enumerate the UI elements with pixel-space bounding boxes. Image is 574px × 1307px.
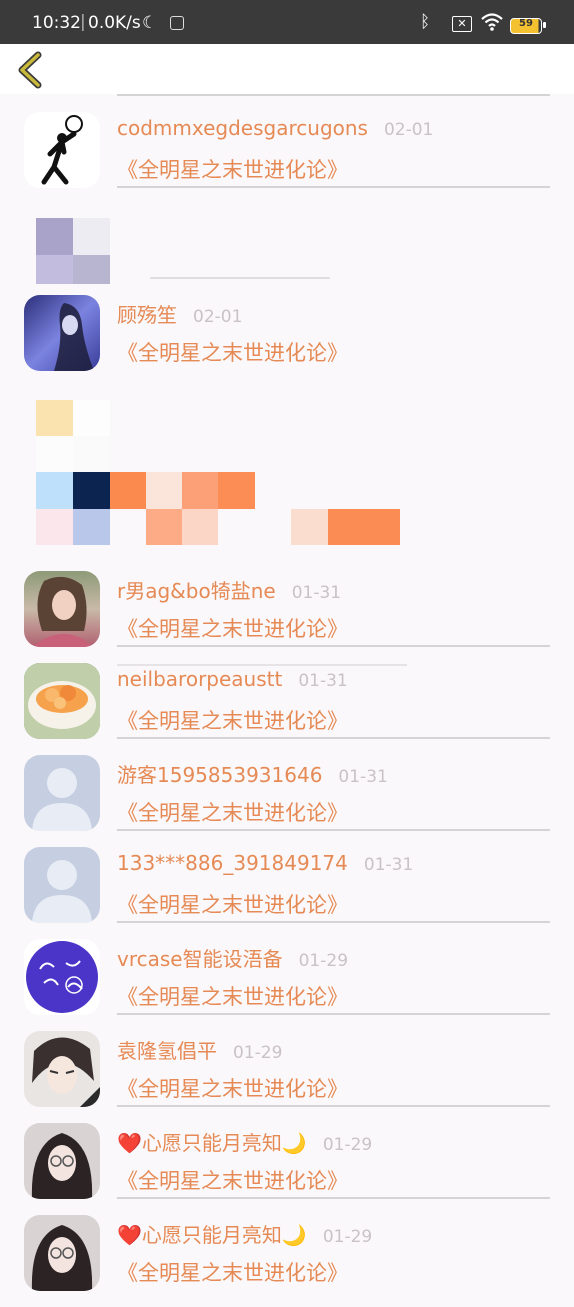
commenter-name[interactable]: 133***886_391849174 01-31 xyxy=(117,851,413,875)
commenter-name[interactable]: 游客1595853931646 01-31 xyxy=(117,759,388,788)
commenter-name[interactable]: codmmxegdesgarcugons 02-01 xyxy=(117,116,433,140)
book-title[interactable]: 《全明星之末世进化论》 xyxy=(117,981,348,1011)
comment-date: 01-31 xyxy=(363,855,414,875)
commenter-name[interactable]: vrcase智能设浯备 01-29 xyxy=(117,943,348,972)
book-title[interactable]: 《全明星之末世进化论》 xyxy=(117,1073,348,1103)
list-divider xyxy=(117,186,550,188)
top-bar xyxy=(0,44,574,94)
list-item[interactable]: 袁隆氢倡平 01-29 《全明星之末世进化论》 xyxy=(0,1031,574,1123)
list-item[interactable]: codmmxegdesgarcugons 02-01 《全明星之末世进化论》 xyxy=(0,112,574,204)
commenter-name[interactable]: 顾殇笙 02-01 xyxy=(117,299,242,328)
back-arrow-icon[interactable] xyxy=(14,51,48,89)
purple-logo-avatar[interactable] xyxy=(24,939,100,1015)
no-sim-icon: ✕ xyxy=(452,16,472,32)
list-item[interactable]: ❤️心愿只能月亮知🌙 01-29 《全明星之末世进化论》 xyxy=(0,1123,574,1215)
commenter-name[interactable]: neilbarorpeaustt 01-31 xyxy=(117,667,348,691)
list-divider xyxy=(117,737,550,739)
status-separator: | xyxy=(80,12,86,32)
girl-glasses-avatar[interactable] xyxy=(24,1123,100,1199)
book-title[interactable]: 《全明星之末世进化论》 xyxy=(117,154,348,184)
wifi-icon xyxy=(481,13,503,31)
list-item[interactable]: 133***886_391849174 01-31 《全明星之末世进化论》 xyxy=(0,847,574,939)
comment-date: 01-31 xyxy=(291,583,342,603)
book-title[interactable]: 《全明星之末世进化论》 xyxy=(117,337,348,367)
book-title[interactable]: 《全明星之末世进化论》 xyxy=(117,889,348,919)
comment-date: 02-01 xyxy=(193,307,243,327)
status-time: 10:32 xyxy=(32,13,81,33)
network-speed: 0.0K/s xyxy=(88,13,141,33)
list-divider-top xyxy=(117,94,550,96)
commenter-name[interactable]: r男ag&bo犄盐ne 01-31 xyxy=(117,575,341,604)
list-divider xyxy=(117,1197,550,1199)
comment-date: 01-29 xyxy=(298,951,349,971)
list-item[interactable]: neilbarorpeaustt 01-31 《全明星之末世进化论》 xyxy=(0,663,574,755)
list-item[interactable]: 游客1595853931646 01-31 《全明星之末世进化论》 xyxy=(0,755,574,847)
commenter-name[interactable]: 袁隆氢倡平 01-29 xyxy=(117,1035,282,1064)
comment-date: 01-29 xyxy=(322,1227,373,1247)
list-item[interactable]: r男ag&bo犄盐ne 01-31 《全明星之末世进化论》 xyxy=(0,571,574,663)
default-avatar[interactable] xyxy=(24,847,100,923)
default-avatar[interactable] xyxy=(24,755,100,831)
battery-icon: 59 xyxy=(510,18,546,34)
book-title[interactable]: 《全明星之末世进化论》 xyxy=(117,705,348,735)
list-item[interactable]: vrcase智能设浯备 01-29 《全明星之末世进化论》 xyxy=(0,939,574,1031)
list-divider xyxy=(117,829,550,831)
book-title[interactable]: 《全明星之末世进化论》 xyxy=(117,1257,348,1287)
blue-photo-avatar[interactable] xyxy=(24,295,100,371)
book-title[interactable]: 《全明星之末世进化论》 xyxy=(117,613,348,643)
list-item[interactable]: ❤️心愿只能月亮知🌙 01-29 《全明星之末世进化论》 xyxy=(0,1215,574,1307)
book-title[interactable]: 《全明星之末世进化论》 xyxy=(117,1165,348,1195)
book-title[interactable]: 《全明星之末世进化论》 xyxy=(117,797,348,827)
battery-level: 59 xyxy=(519,18,533,29)
comment-date: 01-31 xyxy=(338,767,388,787)
sketch-avatar[interactable] xyxy=(24,112,100,188)
notification-icon xyxy=(170,16,184,30)
commenter-name[interactable]: ❤️心愿只能月亮知🌙 01-29 xyxy=(117,1127,372,1156)
commenter-name[interactable]: ❤️心愿只能月亮知🌙 01-29 xyxy=(117,1219,372,1248)
list-divider xyxy=(117,921,550,923)
girl-photo-avatar[interactable] xyxy=(24,571,100,647)
bluetooth-icon: ᛒ xyxy=(420,12,431,32)
comment-date: 01-29 xyxy=(322,1135,373,1155)
status-bar: 10:32 | 0.0K/s ☾ ᛒ ✕ 59 xyxy=(0,0,574,44)
food-avatar[interactable] xyxy=(24,663,100,739)
comment-date: 01-29 xyxy=(233,1043,283,1063)
list-divider xyxy=(117,1013,550,1015)
dnd-moon-icon: ☾ xyxy=(142,13,158,33)
comment-date: 01-31 xyxy=(298,671,348,691)
list-item[interactable]: 顾殇笙 02-01 《全明星之末世进化论》 xyxy=(0,295,574,666)
anime-avatar[interactable] xyxy=(24,1031,100,1107)
comment-date: 02-01 xyxy=(383,120,434,140)
list-divider xyxy=(117,1105,550,1107)
list-divider xyxy=(117,645,550,647)
